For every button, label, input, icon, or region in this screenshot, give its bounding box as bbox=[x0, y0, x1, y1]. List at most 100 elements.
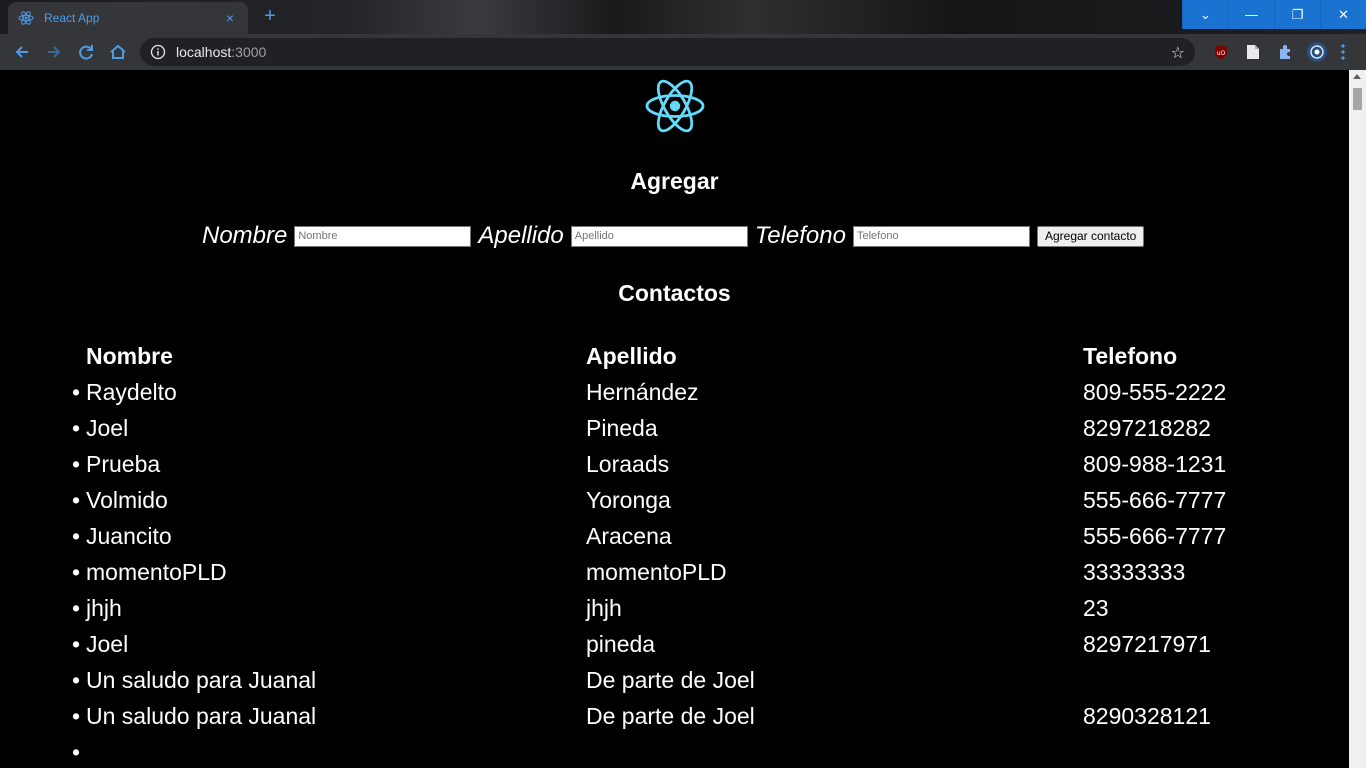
page-scrollbar[interactable] bbox=[1349, 70, 1366, 768]
cell-telefono: 809-988-1231 bbox=[1083, 450, 1227, 477]
kebab-menu-icon bbox=[1341, 44, 1345, 60]
ublock-shield-icon: uO bbox=[1215, 45, 1227, 59]
list-bullet: • bbox=[72, 702, 81, 729]
table-header-row: Nombre Apellido Telefono bbox=[72, 338, 1312, 374]
scroll-thumb[interactable] bbox=[1353, 88, 1362, 110]
list-bullet: • bbox=[72, 450, 81, 477]
browser-titlebar: React App × + ⌄ — ❐ ✕ bbox=[0, 0, 1366, 34]
list-bullet: • bbox=[72, 414, 81, 441]
forward-arrow-icon bbox=[48, 46, 61, 58]
telefono-label: Telefono bbox=[754, 222, 846, 249]
cell-apellido: momentoPLD bbox=[586, 558, 727, 585]
list-bullet: • bbox=[72, 486, 81, 513]
table-row: • Raydelto Hernández 809-555-2222 bbox=[72, 374, 1312, 410]
restore-button[interactable]: ❐ bbox=[1274, 0, 1320, 29]
new-tab-button[interactable]: + bbox=[258, 5, 282, 29]
contacts-table: Nombre Apellido Telefono • Raydelto Hernán… bbox=[72, 338, 1312, 768]
apellido-input[interactable] bbox=[570, 225, 748, 247]
document-icon bbox=[1247, 45, 1259, 59]
cell-nombre: • Prueba bbox=[72, 450, 161, 477]
header-telefono: Telefono bbox=[1083, 342, 1178, 369]
table-row: • Un saludo para Juanal De parte de Joel bbox=[72, 662, 1312, 698]
site-info-icon[interactable] bbox=[150, 44, 166, 60]
cell-apellido: De parte de Joel bbox=[586, 666, 755, 693]
minimize-button[interactable]: — bbox=[1228, 0, 1274, 29]
scroll-up-arrow-icon[interactable] bbox=[1353, 74, 1361, 79]
list-bullet: • bbox=[72, 594, 81, 621]
cell-nombre: • Un saludo para Juanal bbox=[72, 666, 317, 693]
reload-icon bbox=[79, 45, 93, 60]
contacts-heading: Contactos bbox=[618, 280, 731, 306]
cell-telefono: 8297217971 bbox=[1083, 630, 1211, 657]
cell-telefono: 809-555-2222 bbox=[1083, 378, 1227, 405]
reload-button[interactable] bbox=[70, 36, 102, 68]
extensions-button[interactable] bbox=[1269, 38, 1301, 66]
document-extension-button[interactable] bbox=[1237, 38, 1269, 66]
browser-toolbar: localhost :3000 ☆ uO bbox=[0, 34, 1366, 70]
cell-apellido: jhjh bbox=[586, 594, 622, 621]
table-row: • Prueba Loraads 809-988-1231 bbox=[72, 446, 1312, 482]
telefono-input[interactable] bbox=[852, 225, 1030, 247]
cell-nombre: • Joel bbox=[72, 630, 129, 657]
cell-telefono: 23 bbox=[1083, 594, 1109, 621]
cell-telefono: 555-666-7777 bbox=[1083, 486, 1227, 513]
close-window-button[interactable]: ✕ bbox=[1320, 0, 1366, 29]
back-arrow-icon bbox=[15, 46, 28, 58]
react-favicon-icon bbox=[18, 11, 34, 25]
forward-button[interactable] bbox=[38, 36, 70, 68]
cell-nombre: • Juancito bbox=[72, 522, 172, 549]
cell-apellido: Hernández bbox=[586, 378, 699, 405]
url-host: localhost bbox=[176, 44, 232, 60]
svg-text:uO: uO bbox=[1217, 50, 1226, 57]
table-row: • Joel pineda 8297217971 bbox=[72, 626, 1312, 662]
cell-apellido: Aracena bbox=[586, 522, 672, 549]
cell-apellido: Yoronga bbox=[586, 486, 671, 513]
nombre-input[interactable] bbox=[294, 225, 472, 247]
ublock-extension-button[interactable]: uO bbox=[1205, 38, 1237, 66]
cell-apellido: pineda bbox=[586, 630, 656, 657]
tab-react-app[interactable]: React App × bbox=[8, 2, 248, 34]
table-row: • Joel Pineda 8297218282 bbox=[72, 410, 1312, 446]
table-row: • Un saludo para Juanal De parte de Joel 82… bbox=[72, 698, 1312, 734]
apellido-label: Apellido bbox=[478, 222, 564, 249]
table-row: • Juancito Aracena 555-666-7777 bbox=[72, 518, 1312, 554]
back-button[interactable] bbox=[6, 36, 38, 68]
window-controls: ⌄ — ❐ ✕ bbox=[1182, 0, 1366, 29]
list-bullet: • bbox=[72, 666, 81, 693]
table-row: • bbox=[72, 734, 1312, 768]
home-button[interactable] bbox=[102, 36, 134, 68]
cell-telefono: 555-666-7777 bbox=[1083, 522, 1227, 549]
tab-close-icon[interactable]: × bbox=[222, 10, 238, 26]
tab-search-button[interactable]: ⌄ bbox=[1182, 0, 1228, 29]
list-bullet: • bbox=[72, 630, 81, 657]
header-nombre: Nombre bbox=[86, 342, 173, 369]
tab-title: React App bbox=[44, 11, 100, 25]
add-contact-form: Nombre Apellido Telefono Agregar contact… bbox=[202, 222, 1145, 250]
table-row: • Volmido Yoronga 555-666-7777 bbox=[72, 482, 1312, 518]
cell-nombre: • jhjh bbox=[72, 594, 122, 621]
list-bullet: • bbox=[72, 378, 81, 405]
nombre-label: Nombre bbox=[202, 222, 288, 249]
table-row: • jhjh jhjh 23 bbox=[72, 590, 1312, 626]
cell-apellido: Loraads bbox=[586, 450, 670, 477]
browser-menu-button[interactable] bbox=[1333, 38, 1353, 66]
header-apellido: Apellido bbox=[586, 342, 677, 369]
cell-nombre: • Joel bbox=[72, 414, 129, 441]
cell-telefono: 8290328121 bbox=[1083, 702, 1211, 729]
profile-avatar-button[interactable] bbox=[1301, 38, 1333, 66]
address-bar[interactable]: localhost :3000 ☆ bbox=[140, 38, 1195, 66]
list-bullet: • bbox=[72, 522, 81, 549]
list-bullet: • bbox=[72, 738, 81, 765]
cell-nombre: • Raydelto bbox=[72, 378, 177, 405]
cell-apellido: Pineda bbox=[586, 414, 658, 441]
add-contact-button[interactable]: Agregar contacto bbox=[1036, 225, 1145, 247]
cell-nombre: • Un saludo para Juanal bbox=[72, 702, 317, 729]
list-bullet: • bbox=[72, 558, 81, 585]
extensions-area: uO bbox=[1205, 38, 1353, 66]
url-port: :3000 bbox=[231, 44, 267, 60]
bookmark-star-icon[interactable]: ☆ bbox=[1171, 43, 1185, 63]
cell-nombre: • bbox=[72, 739, 586, 766]
cell-telefono: 8297218282 bbox=[1083, 414, 1211, 441]
react-logo-icon bbox=[645, 79, 705, 133]
cell-telefono: 33333333 bbox=[1083, 558, 1186, 585]
